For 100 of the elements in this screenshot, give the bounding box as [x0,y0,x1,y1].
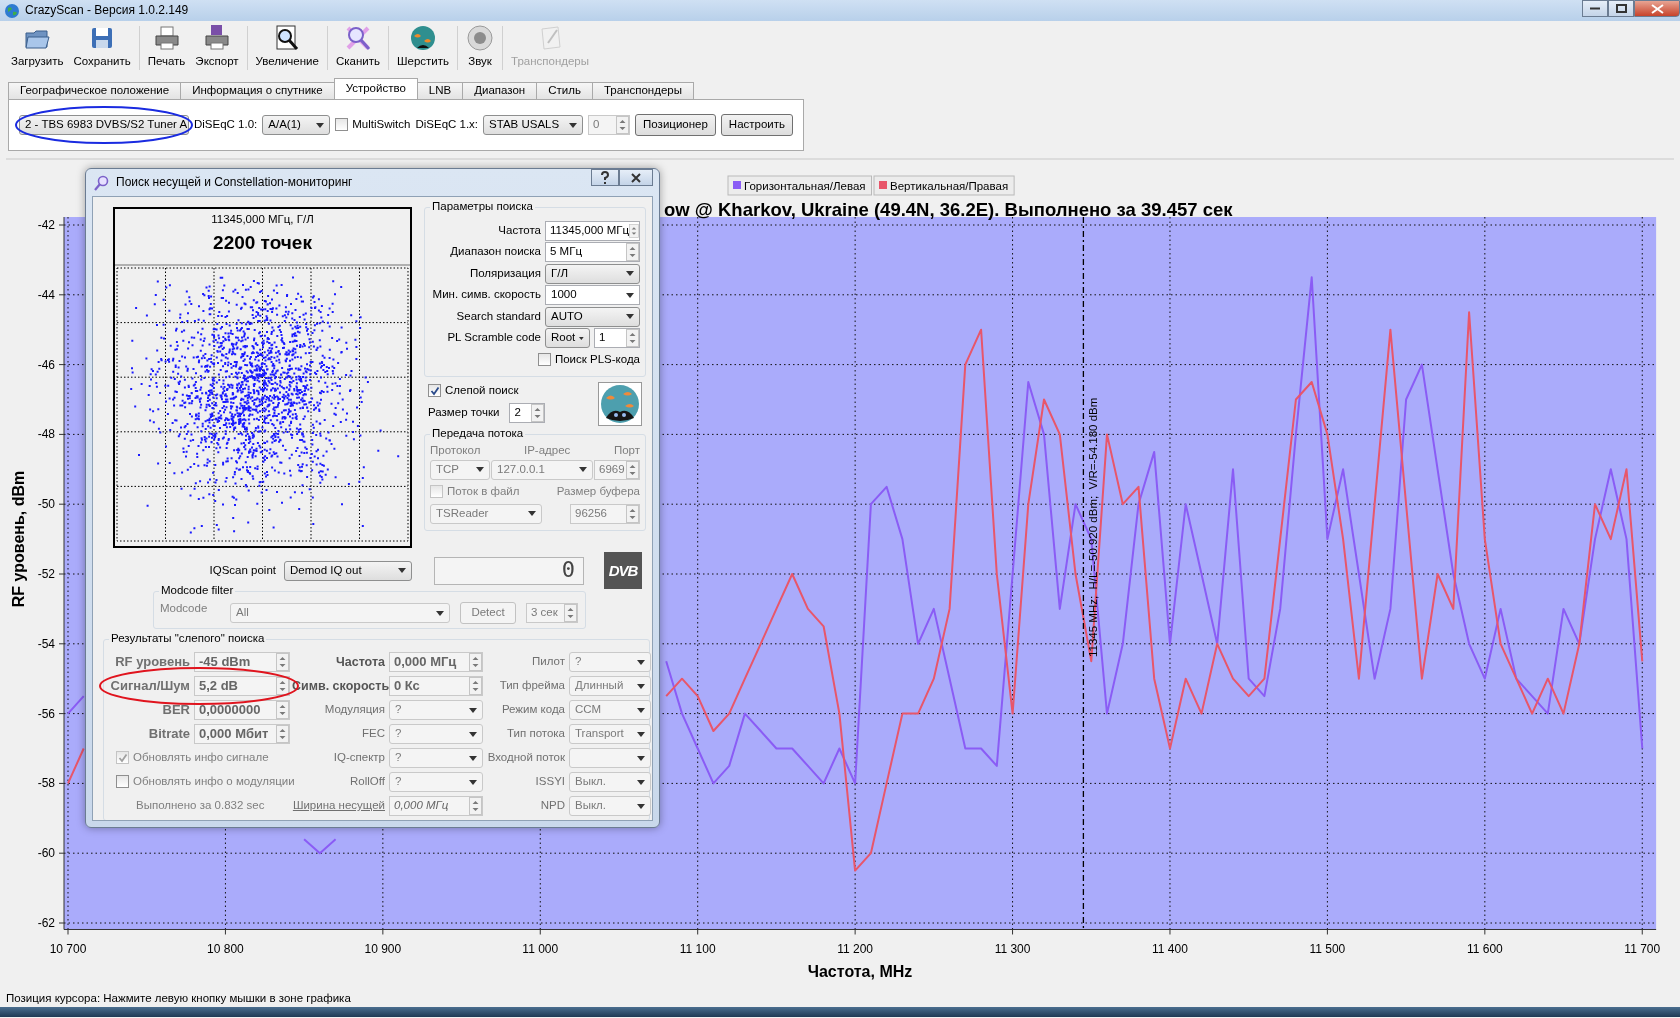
spin-arrows-icon[interactable] [276,701,289,719]
checkbox[interactable] [428,384,441,398]
dropdown[interactable]: ? [569,652,651,672]
toolbar-button[interactable]: Печать [142,24,191,69]
spin-field[interactable]: 0 Кс [389,676,483,696]
spin-field[interactable]: -45 dBm [194,652,290,672]
field-label: NPD [539,799,566,813]
spin-field[interactable]: 0,000 МГц [389,652,483,672]
spin-arrows-icon[interactable] [626,460,639,479]
spin-field[interactable]: 2 [509,402,546,423]
dropdown[interactable]: ? [389,772,483,792]
spin-arrows-icon[interactable] [629,221,639,240]
field-label: Частота [334,654,386,670]
spin-field[interactable]: 0,0000000 [194,700,290,720]
spin-field[interactable]: 0,000 МГц [389,796,483,816]
spin-field[interactable]: 3 сек [526,603,578,623]
status-text: Позиция курсора: Нажмите левую кнопку мышки в зоне графика [5,992,352,1006]
dropdown[interactable]: STAB USALS [483,115,584,135]
spin-field[interactable]: 5 МГц [545,242,640,263]
field-label: DiSEqC 1.0: [194,118,258,132]
dropdown[interactable]: Transport [569,724,651,744]
field-label: Сигнал/Шум [109,678,191,694]
dropdown[interactable]: CCM [569,700,651,720]
dropdown[interactable]: Выкл. [569,796,651,816]
group-title: Передача потока [430,426,526,441]
checkbox[interactable] [116,775,129,789]
tick-label: 11 700 [1624,942,1661,957]
toolbar-button[interactable]: Сканить [330,24,385,69]
toolbar-button[interactable]: Загрузить [6,24,69,69]
spin-arrows-icon[interactable] [469,653,482,671]
checkbox[interactable] [430,485,443,498]
legend-label: Вертикальная/Правая [890,180,1009,192]
dropdown[interactable]: 1000 [545,285,640,306]
spin-arrows-icon[interactable] [276,677,289,695]
dropdown[interactable]: A/A(1) [262,115,331,135]
close-button[interactable] [619,169,653,186]
tab[interactable]: Информация о спутнике [180,82,335,99]
tick-label: 11 400 [1152,942,1188,957]
spin-arrows-icon[interactable] [626,329,639,348]
tab[interactable]: Устройство [333,78,418,99]
spin-field[interactable]: 96256 [570,503,640,524]
dropdown[interactable]: 127.0.0.1 [491,459,593,480]
spin-arrows-icon[interactable] [276,653,289,671]
caret-icon [476,467,484,472]
spin-arrows-icon[interactable] [564,604,577,622]
dropdown[interactable]: 2 - TBS 6983 DVBS/S2 Tuner A [19,115,189,135]
spin-field[interactable]: 6969 [594,459,640,480]
dropdown[interactable]: ? [389,700,483,720]
spin-arrows-icon[interactable] [469,677,482,695]
fish-bowl-icon [409,24,437,52]
close-button[interactable] [1634,0,1680,17]
spin-arrows-icon[interactable] [469,797,482,815]
toolbar-button[interactable]: Шерстить [391,24,454,69]
checkbox[interactable] [537,353,551,367]
spin-arrows-icon[interactable] [626,504,639,523]
tab[interactable]: Географическое положение [8,82,182,99]
spin-field[interactable]: 5,2 dB [194,676,290,696]
dropdown[interactable]: ? [389,748,483,768]
spin-arrows-icon[interactable] [626,243,639,262]
column-header: IP-адрес [523,443,571,458]
help-button[interactable] [591,169,619,186]
caret-icon [637,731,645,737]
link[interactable]: Ширина несущей [292,799,387,813]
dropdown[interactable]: AUTO [545,306,640,327]
checkbox[interactable] [335,118,349,132]
dropdown[interactable]: Demod IQ out [284,560,412,581]
tab[interactable]: Стиль [536,82,593,99]
dropdown[interactable]: ? [389,724,483,744]
checkbox-label: Поток в файл [447,484,520,499]
dropdown[interactable]: Г/Л [545,263,640,284]
minimize-icon [1590,7,1600,10]
toolbar-button[interactable]: Сохранить [68,24,136,69]
tick-label: -42 [37,218,55,232]
spin-field[interactable]: 1 [594,328,640,349]
push-button[interactable]: Detect [460,602,516,624]
dropdown[interactable]: Выкл. [569,772,651,792]
push-button[interactable]: Позиционер [635,114,716,136]
caret-icon [626,314,634,320]
tab[interactable]: LNB [416,82,464,99]
toolbar-button[interactable]: Звук [461,24,499,69]
checkbox[interactable] [116,751,129,765]
toolbar-button[interactable]: Увеличение [250,24,324,69]
dropdown[interactable]: All [230,603,450,623]
tab[interactable]: Диапазон [462,82,538,99]
spin-arrows-icon[interactable] [531,403,545,422]
axis-title: RF уровень, dBm [10,470,27,608]
dropdown[interactable]: TCP [430,459,490,480]
toolbar-button[interactable]: Экспорт [190,24,244,69]
push-button[interactable]: Настроить [720,114,794,136]
spin-arrows-icon[interactable] [276,725,289,743]
spin-field[interactable]: 11345,000 МГц [545,220,640,241]
dropdown[interactable]: TSReader [430,503,542,524]
minimize-button[interactable] [1582,0,1608,17]
dropdown[interactable]: Root [545,328,590,349]
tab[interactable]: Транспондеры [591,82,694,99]
spin-field[interactable]: 0,000 Мбит [194,724,290,744]
aquarium-icon[interactable] [598,381,642,426]
dropdown[interactable]: Длинный [569,676,651,696]
maximize-button[interactable] [1608,0,1634,17]
chart-title: ow @ Kharkov, Ukraine (49.4N, 36.2E). Выполнено за 39.457 сек [664,199,1233,220]
